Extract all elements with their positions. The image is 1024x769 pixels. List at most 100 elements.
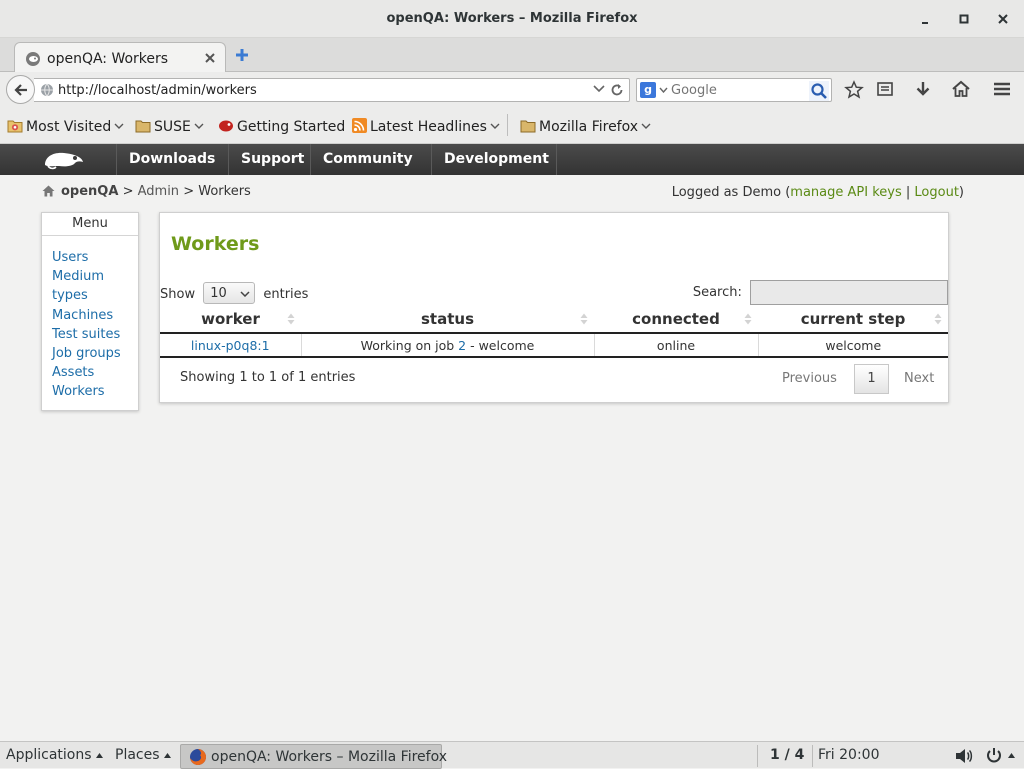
- menu-item-users[interactable]: Users: [52, 248, 138, 267]
- reading-list-icon[interactable]: [876, 80, 894, 98]
- tab-openqa-workers[interactable]: openQA: Workers: [14, 42, 226, 73]
- entries-select[interactable]: 10: [203, 282, 256, 304]
- minimize-icon[interactable]: [917, 10, 935, 28]
- next-page-button[interactable]: Next: [904, 371, 934, 386]
- column-header-label: worker: [201, 310, 260, 328]
- folder-icon: [520, 118, 536, 133]
- site-navbar: Downloads Support Community Development: [0, 144, 1024, 175]
- bookmark-label: SUSE: [154, 119, 191, 135]
- reload-icon[interactable]: [610, 83, 624, 97]
- breadcrumb-admin[interactable]: Admin: [138, 184, 179, 199]
- bookmark-getting-started[interactable]: Getting Started: [218, 118, 345, 136]
- suse-chameleon-icon: [218, 118, 234, 133]
- close-tab-icon[interactable]: [203, 51, 217, 65]
- workspace-switcher[interactable]: 1 / 4: [770, 747, 804, 763]
- window-title: openQA: Workers – Mozilla Firefox: [386, 11, 638, 26]
- url-dropdown-icon[interactable]: [593, 85, 605, 93]
- bookmark-label: Latest Headlines: [370, 119, 487, 135]
- clock[interactable]: Fri 20:00: [818, 747, 879, 763]
- places-menu[interactable]: Places: [115, 747, 171, 763]
- chevron-down-icon: [194, 123, 204, 129]
- menu-item-medium-types[interactable]: Medium: [52, 267, 138, 286]
- web-search-input[interactable]: [671, 81, 807, 99]
- chevron-down-icon: [641, 123, 651, 129]
- sort-icon: [287, 313, 295, 325]
- sort-icon: [934, 313, 942, 325]
- hamburger-menu-icon[interactable]: [992, 80, 1012, 98]
- bookmark-label: Most Visited: [26, 119, 112, 135]
- url-text[interactable]: http://localhost/admin/workers: [58, 83, 257, 98]
- entries-select-value: 10: [210, 286, 227, 301]
- home-icon[interactable]: [42, 185, 55, 197]
- menu-item-job-groups[interactable]: Job groups: [52, 344, 138, 363]
- bookmark-latest-headlines[interactable]: Latest Headlines: [352, 118, 500, 136]
- job-link[interactable]: 2: [458, 338, 466, 353]
- bookmarks-toolbar: Most Visited SUSE Getting Started Latest…: [0, 108, 1024, 144]
- show-label: Show: [160, 287, 196, 302]
- menu-item-medium-types[interactable]: types: [52, 286, 138, 305]
- chevron-down-icon: [240, 291, 250, 297]
- google-engine-icon[interactable]: g: [640, 82, 656, 98]
- menu-title: Menu: [42, 213, 138, 236]
- worker-link[interactable]: linux-p0q8:1: [191, 338, 270, 353]
- menu-item-test-suites[interactable]: Test suites: [52, 325, 138, 344]
- globe-icon: [40, 83, 54, 97]
- manage-api-keys-link[interactable]: manage API keys: [790, 185, 901, 200]
- search-label: Search:: [692, 285, 742, 300]
- logout-link[interactable]: Logout: [914, 185, 959, 200]
- column-header-worker[interactable]: worker: [160, 306, 301, 334]
- close-window-icon[interactable]: [994, 10, 1012, 28]
- menu-item-assets[interactable]: Assets: [52, 363, 138, 382]
- breadcrumb-openqa[interactable]: openQA: [61, 184, 118, 199]
- power-icon[interactable]: [985, 747, 1003, 764]
- bookmark-most-visited[interactable]: Most Visited: [7, 118, 124, 136]
- volume-icon[interactable]: [955, 748, 973, 764]
- bookmark-suse[interactable]: SUSE: [135, 118, 204, 136]
- nav-divider: [556, 144, 557, 175]
- back-button[interactable]: [6, 75, 35, 104]
- workers-table: worker status connected current step lin…: [160, 306, 948, 358]
- login-divider: |: [905, 185, 911, 200]
- bookmark-label: Getting Started: [237, 119, 346, 135]
- opensuse-logo-icon[interactable]: [42, 150, 86, 170]
- rss-feed-icon: [352, 118, 367, 133]
- download-icon[interactable]: [914, 80, 932, 98]
- column-header-status[interactable]: status: [301, 306, 594, 334]
- menu-item-machines[interactable]: Machines: [52, 306, 138, 325]
- previous-page-button[interactable]: Previous: [782, 371, 837, 386]
- new-tab-icon[interactable]: [234, 47, 250, 63]
- triangle-up-icon[interactable]: [1008, 753, 1015, 758]
- entries-label: entries: [263, 287, 309, 302]
- column-header-connected[interactable]: connected: [594, 306, 758, 334]
- maximize-icon[interactable]: [955, 10, 973, 28]
- web-search-bar[interactable]: g: [636, 78, 832, 102]
- breadcrumb-separator: >: [183, 184, 195, 199]
- home-icon[interactable]: [951, 80, 971, 98]
- table-search-input[interactable]: [750, 280, 948, 305]
- search-icon[interactable]: [809, 81, 829, 101]
- places-label: Places: [115, 747, 160, 763]
- entries-length-control: Show 10 entries: [160, 282, 308, 304]
- bookmark-mozilla-firefox[interactable]: Mozilla Firefox: [520, 118, 651, 136]
- bottom-panel: Applications Places openQA: Workers – Mo…: [0, 741, 1024, 769]
- menu-item-workers[interactable]: Workers: [52, 382, 138, 401]
- nav-development[interactable]: Development: [431, 144, 561, 175]
- page-1-button[interactable]: 1: [854, 364, 889, 394]
- navigation-toolbar: http://localhost/admin/workers g: [0, 72, 1024, 108]
- login-status: Logged as Demo (manage API keys | Logout…: [672, 185, 964, 200]
- most-visited-folder-icon: [7, 118, 23, 133]
- page-title: Workers: [171, 233, 260, 255]
- table-row: linux-p0q8:1 Working on job 2 - welcome …: [160, 333, 948, 358]
- engine-dropdown-icon[interactable]: [659, 87, 668, 93]
- taskbar-window-button[interactable]: openQA: Workers – Mozilla Firefox: [180, 744, 447, 769]
- url-bar[interactable]: http://localhost/admin/workers: [34, 78, 630, 102]
- panel-separator: [757, 745, 758, 767]
- column-header-current-step[interactable]: current step: [758, 306, 948, 334]
- nav-community[interactable]: Community: [310, 144, 425, 175]
- nav-downloads[interactable]: Downloads: [116, 144, 227, 175]
- bookmark-star-icon[interactable]: [844, 80, 864, 100]
- nav-support[interactable]: Support: [228, 144, 316, 175]
- back-arrow-icon: [14, 84, 27, 96]
- admin-menu: Menu Users Medium types Machines Test su…: [41, 212, 139, 411]
- applications-menu[interactable]: Applications: [6, 747, 103, 763]
